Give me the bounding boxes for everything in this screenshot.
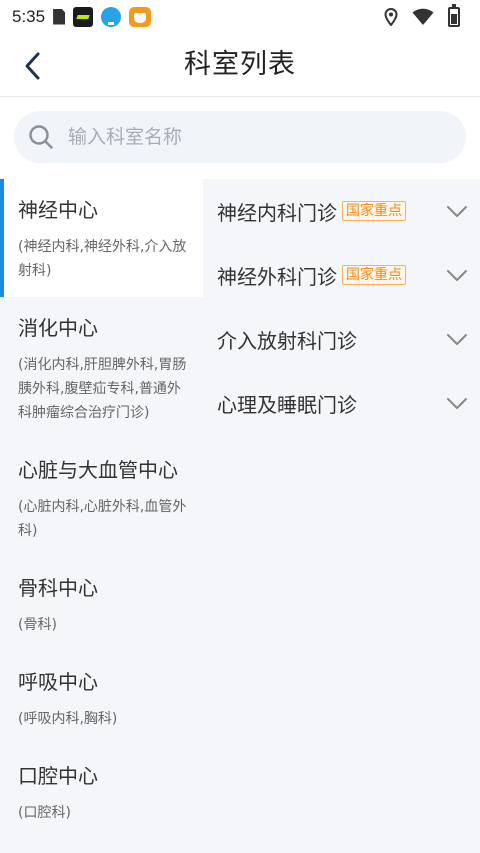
center-sub: (呼吸内科,胸科)	[18, 711, 118, 727]
download-icon	[101, 6, 122, 27]
center-name: 口腔中心	[18, 764, 98, 788]
center-item-digestive[interactable]: 消化中心 (消化内科,肝胆脾外科,胃肠胰外科,腹壁疝专科,普通外科肿瘤综合治疗门…	[0, 297, 203, 439]
location-icon	[384, 7, 398, 26]
status-bar: 5:35	[0, 0, 480, 33]
clinic-item-psych-sleep[interactable]: 心理及睡眠门诊	[203, 371, 480, 435]
status-right-icons	[384, 0, 460, 33]
chevron-down-icon[interactable]	[446, 329, 468, 349]
center-item-respiratory[interactable]: 呼吸中心 (呼吸内科,胸科)	[0, 651, 203, 745]
center-sub: (心脏内科,心脏外科,血管外科)	[18, 499, 187, 539]
clinic-item-neuro-surgery[interactable]: 神经外科门诊 国家重点	[203, 243, 480, 307]
wifi-icon	[412, 8, 434, 25]
search-input[interactable]	[68, 126, 428, 148]
center-item-ortho[interactable]: 骨科中心 (骨科)	[0, 557, 203, 651]
center-sub: (消化内科,肝胆脾外科,胃肠胰外科,腹壁疝专科,普通外科肿瘤综合治疗门诊)	[18, 357, 187, 421]
chevron-left-icon	[25, 52, 40, 80]
search-icon	[29, 125, 53, 149]
center-item-cardio[interactable]: 心脏与大血管中心 (心脏内科,心脏外科,血管外科)	[0, 439, 203, 557]
clinic-item-interventional[interactable]: 介入放射科门诊	[203, 307, 480, 371]
chevron-down-icon[interactable]	[446, 201, 468, 221]
clinic-name: 神经外科门诊	[217, 264, 337, 289]
chevron-down-icon[interactable]	[446, 393, 468, 413]
clinic-item-neuro-internal[interactable]: 神经内科门诊 国家重点	[203, 179, 480, 243]
back-button[interactable]	[14, 47, 52, 85]
center-name: 心脏与大血管中心	[18, 458, 178, 482]
status-time: 5:35	[12, 6, 46, 26]
search-area	[0, 97, 480, 179]
center-sub: (骨科)	[18, 617, 57, 633]
app-store-icon	[129, 6, 152, 27]
center-name: 骨科中心	[18, 576, 98, 600]
clinic-name: 介入放射科门诊	[217, 328, 357, 353]
center-name: 消化中心	[18, 316, 98, 340]
key-dept-badge: 国家重点	[342, 265, 406, 285]
app-icon	[73, 6, 94, 27]
center-item-neuro[interactable]: 神经中心 (神经内科,神经外科,介入放射科)	[0, 179, 203, 297]
center-sub: (口腔科)	[18, 805, 71, 821]
document-icon	[53, 8, 66, 25]
status-left-icons	[53, 6, 152, 27]
battery-icon	[448, 3, 460, 27]
nav-bar: 科室列表	[0, 33, 480, 97]
chevron-down-icon[interactable]	[446, 265, 468, 285]
search-box[interactable]	[14, 111, 466, 163]
clinic-list: 神经内科门诊 国家重点 神经外科门诊 国家重点 介入放射科门诊 心理及睡眠门诊	[203, 179, 480, 853]
center-sub: (神经内科,神经外科,介入放射科)	[18, 239, 187, 279]
clinic-name: 心理及睡眠门诊	[217, 392, 357, 417]
center-list: 神经中心 (神经内科,神经外科,介入放射科) 消化中心 (消化内科,肝胆脾外科,…	[0, 179, 203, 853]
page-title: 科室列表	[184, 49, 296, 80]
clinic-name: 神经内科门诊	[217, 200, 337, 225]
key-dept-badge: 国家重点	[342, 201, 406, 221]
center-item-oral[interactable]: 口腔中心 (口腔科)	[0, 745, 203, 839]
center-name: 呼吸中心	[18, 670, 98, 694]
center-name: 神经中心	[18, 198, 98, 222]
